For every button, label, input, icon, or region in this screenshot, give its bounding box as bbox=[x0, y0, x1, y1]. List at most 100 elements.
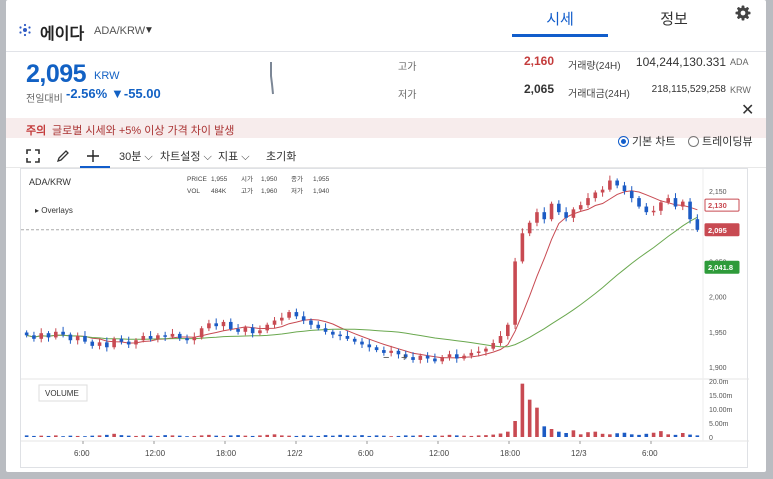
volume-bar bbox=[367, 435, 372, 437]
volume-bar bbox=[644, 433, 649, 437]
price-unit: KRW bbox=[94, 70, 120, 82]
candle bbox=[491, 343, 496, 349]
trade-value-unit: KRW bbox=[730, 85, 751, 95]
volume-bar bbox=[221, 435, 226, 437]
candle bbox=[170, 333, 175, 337]
candle bbox=[258, 330, 262, 334]
coin-name[interactable]: 에이다 bbox=[40, 20, 84, 44]
gear-icon[interactable] bbox=[734, 4, 752, 22]
indicators-select[interactable]: 지표 ⌵ bbox=[218, 148, 250, 164]
volume-tick-label: 20.0m bbox=[709, 379, 729, 386]
candle bbox=[105, 342, 109, 348]
volume-bar bbox=[177, 435, 182, 437]
volume-bar bbox=[666, 434, 670, 437]
volume-bar bbox=[61, 436, 65, 437]
fullscreen-icon[interactable] bbox=[26, 149, 40, 163]
volume-bar bbox=[600, 433, 605, 437]
volume-bar bbox=[141, 435, 146, 437]
chart-grid bbox=[21, 169, 749, 442]
candle bbox=[352, 338, 357, 342]
sparkline-icon bbox=[270, 62, 274, 95]
candle bbox=[659, 202, 663, 211]
chart-area[interactable]: 2,1502,1002,0502,0001,9501,90020.0m15.00… bbox=[20, 168, 749, 469]
zoom-out-button[interactable]: − bbox=[383, 352, 389, 364]
volume-value: 104,244,130.331 bbox=[635, 55, 726, 69]
interval-select[interactable]: 30분 ⌵ bbox=[119, 148, 153, 164]
volume-bar bbox=[323, 435, 328, 437]
volume-bar bbox=[484, 435, 488, 437]
volume-bar bbox=[258, 435, 262, 437]
overlays-toggle[interactable]: ▸ Overlays bbox=[35, 206, 73, 215]
volume-bar bbox=[360, 435, 364, 437]
candle bbox=[265, 324, 270, 331]
volume-bar bbox=[24, 435, 29, 437]
candle bbox=[578, 205, 583, 210]
change-amount: ▼-55.00 bbox=[111, 86, 161, 101]
volume-bar bbox=[280, 435, 284, 437]
chart-settings-select[interactable]: 차트설정 ⌵ bbox=[160, 148, 212, 164]
change-rate: -2.56% bbox=[66, 86, 108, 101]
volume-bar bbox=[564, 433, 568, 437]
candle bbox=[236, 328, 240, 332]
pencil-icon[interactable] bbox=[56, 149, 70, 163]
volume-bar bbox=[659, 431, 663, 437]
volume-bar bbox=[418, 435, 423, 437]
warning-text: 글로벌 시세와 +5% 이상 가격 차이 발생 bbox=[52, 125, 235, 137]
volume-bar bbox=[301, 435, 306, 437]
candle bbox=[24, 332, 29, 336]
chart-toolbar: 30분 ⌵ 차트설정 ⌵ 지표 ⌵ 초기화 bbox=[6, 144, 766, 168]
candlestick-chart[interactable]: 2,1502,1002,0502,0001,9501,90020.0m15.00… bbox=[21, 169, 749, 469]
chevron-down-icon[interactable]: ▼ bbox=[144, 25, 154, 36]
candle bbox=[374, 347, 379, 351]
candle bbox=[418, 355, 423, 360]
candle bbox=[46, 333, 51, 338]
zoom-controls[interactable]: − + bbox=[383, 352, 407, 364]
volume-bar bbox=[250, 435, 255, 437]
candle bbox=[571, 209, 576, 218]
volume-bar bbox=[513, 421, 517, 437]
chart-symbol: ADA/KRW bbox=[29, 177, 71, 187]
candle bbox=[323, 328, 328, 332]
x-tick-label: 12/3 bbox=[571, 449, 587, 458]
reset-button[interactable]: 초기화 bbox=[266, 148, 296, 164]
high-value: 2,160 bbox=[523, 54, 554, 68]
candle bbox=[141, 336, 146, 341]
volume-bar bbox=[265, 434, 270, 437]
candle bbox=[411, 357, 415, 360]
candle bbox=[214, 323, 218, 327]
info-close: 1,955 bbox=[313, 176, 330, 183]
x-tick-label: 12:00 bbox=[429, 449, 450, 458]
volume-bar bbox=[695, 435, 700, 437]
candle bbox=[622, 185, 627, 192]
zoom-in-button[interactable]: + bbox=[401, 352, 407, 364]
price-tag-label: 2,130 bbox=[708, 201, 727, 210]
volume-bar bbox=[527, 399, 532, 437]
volume-bar bbox=[651, 432, 656, 437]
volume-bar bbox=[163, 435, 167, 437]
volume-bar bbox=[170, 435, 175, 437]
candle bbox=[695, 219, 700, 230]
coin-pair[interactable]: ADA/KRW bbox=[94, 25, 145, 37]
volume-bar bbox=[331, 435, 335, 437]
volume-bar bbox=[243, 435, 248, 437]
candle bbox=[586, 198, 590, 206]
info-high: 1,960 bbox=[261, 188, 278, 195]
volume-bar bbox=[32, 435, 36, 437]
volume-bar bbox=[476, 435, 481, 437]
moving-average-short bbox=[26, 190, 698, 359]
tab-market[interactable]: 시세 bbox=[512, 8, 608, 36]
candle bbox=[608, 180, 612, 190]
crosshair-icon[interactable] bbox=[86, 149, 100, 163]
low-value: 2,065 bbox=[523, 82, 554, 96]
candle bbox=[498, 336, 503, 344]
volume-bar bbox=[498, 433, 503, 437]
tab-info[interactable]: 정보 bbox=[626, 8, 722, 36]
volume-bar bbox=[403, 435, 408, 437]
candle bbox=[309, 320, 313, 325]
candle bbox=[520, 233, 525, 262]
volume-bar bbox=[454, 435, 459, 437]
close-icon[interactable]: ✕ bbox=[741, 100, 754, 120]
volume-bar bbox=[119, 435, 124, 437]
overlays-label: Overlays bbox=[41, 206, 73, 215]
info-close-label: 종가 bbox=[291, 174, 303, 183]
